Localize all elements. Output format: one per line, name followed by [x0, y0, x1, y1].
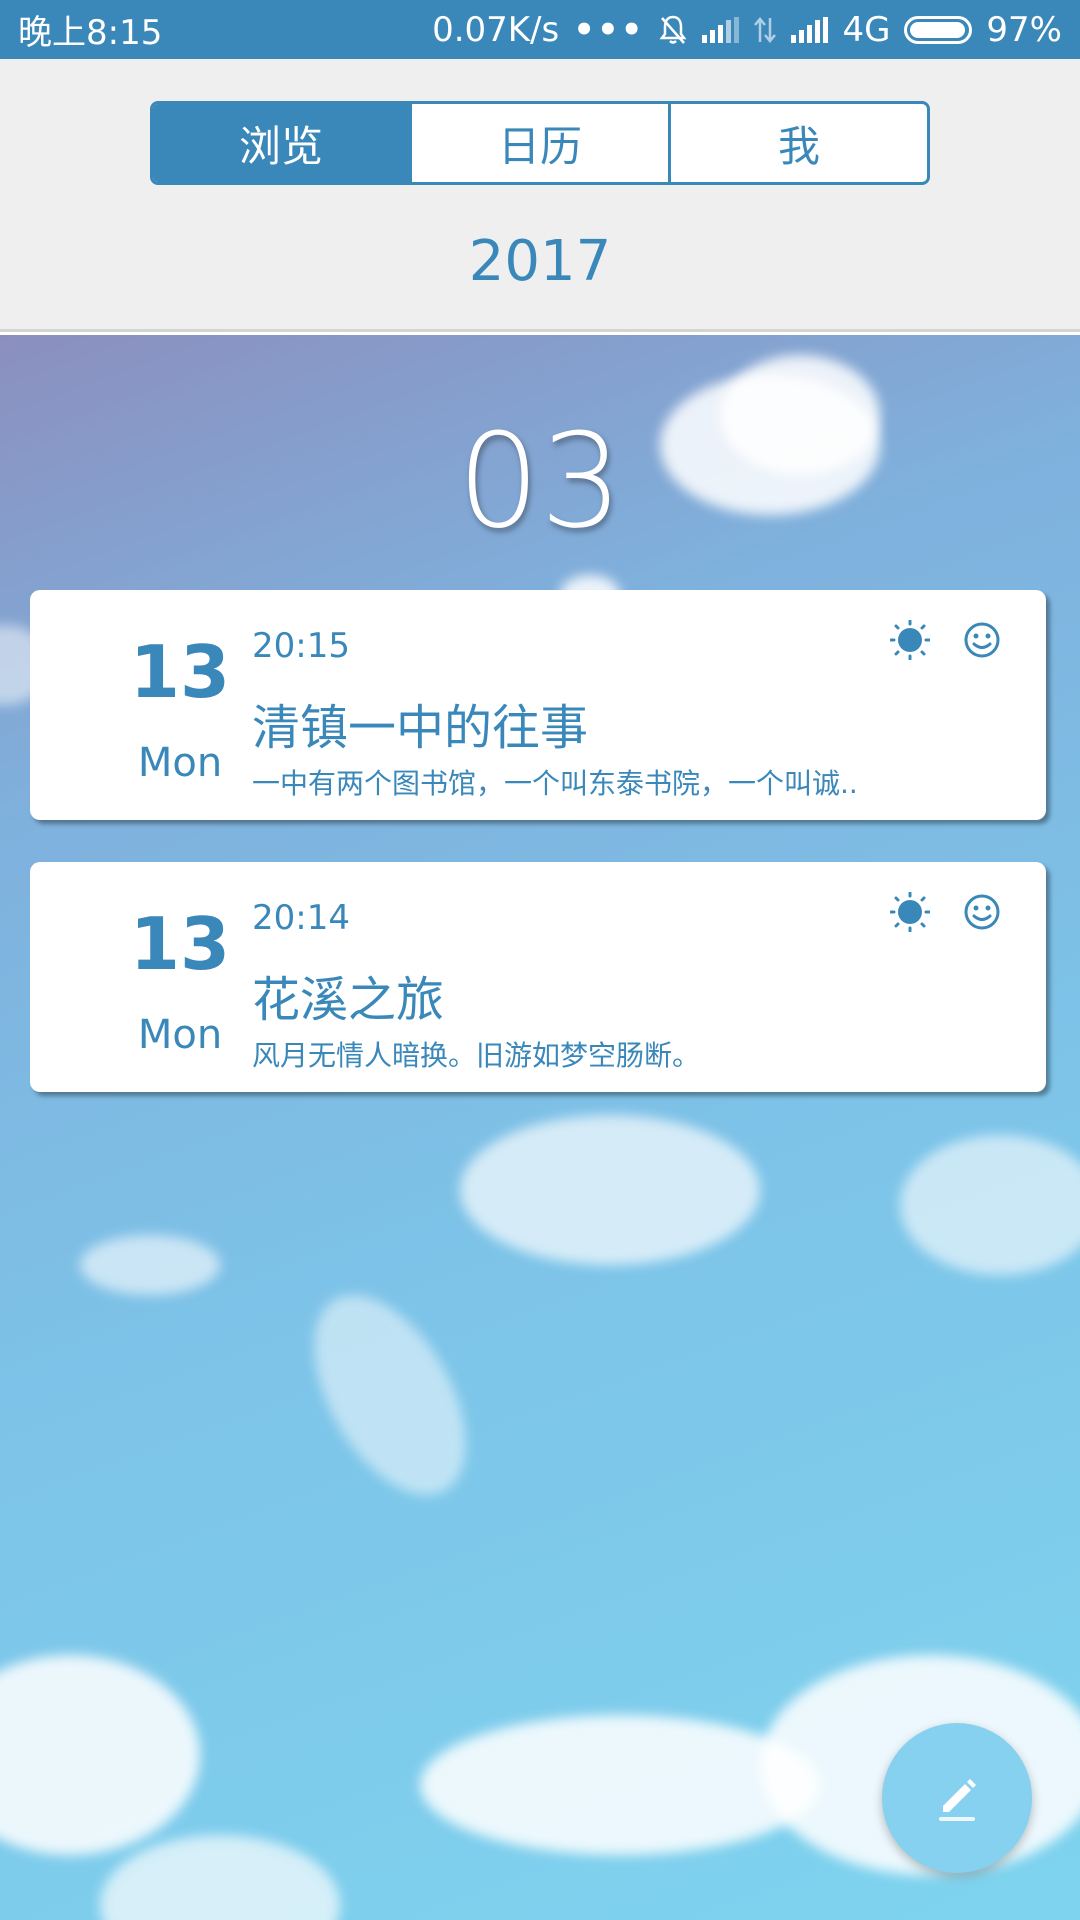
- data-arrows-icon: [754, 16, 777, 43]
- tab-me[interactable]: 我: [671, 104, 927, 182]
- pencil-icon: [939, 1779, 976, 1821]
- smiley-icon: [964, 622, 1000, 658]
- battery-percent: 97%: [986, 9, 1062, 50]
- tab-browse[interactable]: 浏览: [153, 104, 412, 182]
- entry-day: 13: [129, 630, 231, 714]
- diary-entry-card[interactable]: 13 Mon 20:14 花溪之旅 风月无情人暗换。旧游如梦空肠断。: [30, 862, 1046, 1092]
- more-dots-icon: •••: [573, 9, 645, 50]
- compose-button[interactable]: [882, 1723, 1032, 1873]
- entry-weekday: Mon: [137, 740, 223, 786]
- signal-1-icon: [702, 16, 740, 43]
- entry-snippet: 一中有两个图书馆，一个叫东泰书院，一个叫诚..: [252, 767, 858, 800]
- header: 浏览 日历 我 2017: [0, 59, 1080, 332]
- entry-title: 花溪之旅: [252, 972, 445, 1028]
- entry-day: 13: [129, 902, 231, 986]
- entry-snippet: 风月无情人暗换。旧游如梦空肠断。: [252, 1039, 701, 1072]
- sun-icon: [890, 892, 930, 932]
- bell-muted-icon: [659, 15, 687, 44]
- diary-entry-card[interactable]: 13 Mon 20:15 清镇一中的往事 一中有两个图书馆，一个叫东泰书院，一个…: [30, 590, 1046, 820]
- network-type: 4G: [842, 9, 891, 50]
- sun-icon: [890, 620, 930, 660]
- signal-2-icon: [791, 16, 829, 43]
- year-label[interactable]: 2017: [0, 229, 1080, 294]
- entry-time: 20:14: [252, 898, 350, 938]
- network-speed: 0.07K/s: [432, 9, 560, 50]
- app-root: 晚上8:15 0.07K/s ••• 4G 97% 浏览 日历 我 2017 0…: [0, 0, 1080, 1920]
- status-time: 晚上8:15: [18, 13, 163, 53]
- month-label: 03: [457, 405, 623, 557]
- entry-weekday: Mon: [137, 1012, 223, 1058]
- background-sky: 03 13 Mon 20:15 清镇一中的往事 一中有两个图书馆，一个叫东泰书院…: [0, 335, 1080, 1920]
- tab-bar: 浏览 日历 我: [150, 101, 930, 185]
- entry-time: 20:15: [252, 626, 350, 666]
- smiley-icon: [964, 894, 1000, 930]
- tab-calendar[interactable]: 日历: [412, 104, 671, 182]
- entry-title: 清镇一中的往事: [252, 700, 589, 756]
- status-bar: 晚上8:15 0.07K/s ••• 4G 97%: [0, 0, 1080, 59]
- battery-icon: [904, 15, 973, 44]
